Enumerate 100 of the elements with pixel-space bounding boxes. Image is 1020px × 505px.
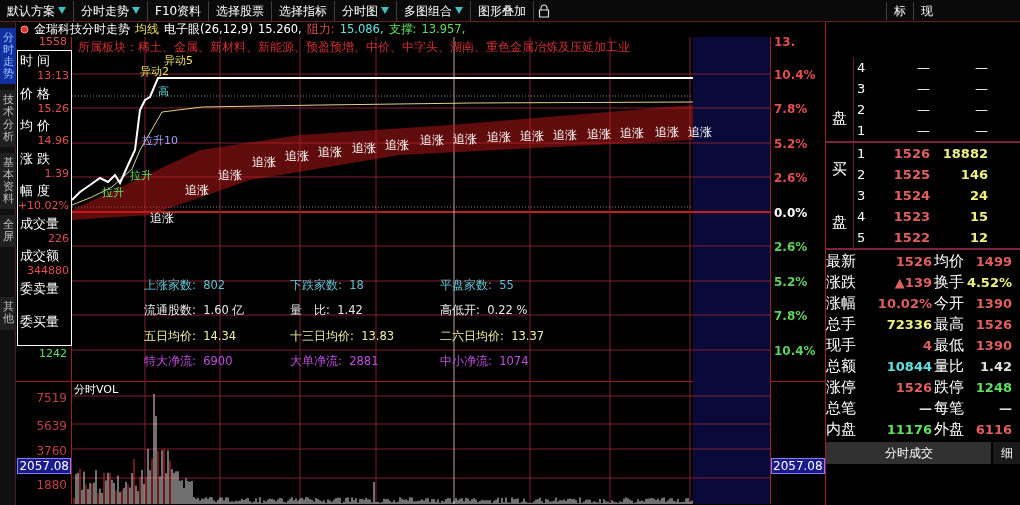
order-price: — <box>916 121 930 140</box>
chase-label: 追涨 <box>520 131 544 143</box>
quote-label: 总额 <box>826 356 856 378</box>
order-volume: 18882 <box>941 144 988 163</box>
quote-label: 外盘 <box>934 419 964 441</box>
menu-button[interactable]: 默认方案 <box>0 0 74 21</box>
quote-label: 每笔 <box>934 398 964 420</box>
buy-side-label: 买 <box>832 159 847 180</box>
panel-tab[interactable]: 分时成交 <box>826 442 991 464</box>
percent-axis-label: 0.0% <box>774 205 808 222</box>
cursor-value-tag: 2057.08 <box>17 458 71 474</box>
order-volume: — <box>974 79 988 98</box>
side-tab[interactable]: 分时走势 <box>0 28 16 85</box>
cursor-value-tag: 2057.08 <box>771 458 825 474</box>
quote-label: 今开 <box>934 293 964 315</box>
side-tab[interactable]: 基本资料 <box>0 152 16 210</box>
market-stat: 流通股数: 1.60 亿 <box>144 302 246 320</box>
quote-label: 总笔 <box>826 398 856 420</box>
info-value: 226 <box>48 231 69 245</box>
menu-button[interactable]: 选择股票 <box>209 0 273 21</box>
quote-value: 1499 <box>974 252 1012 271</box>
signal-label: 拉升 <box>130 170 152 181</box>
percent-axis-label: 5.2% <box>774 136 808 153</box>
chase-label: 追涨 <box>352 143 376 155</box>
quote-value: 1526 <box>894 252 932 271</box>
chase-label: 追涨 <box>620 128 644 140</box>
quote-value: 11176 <box>885 420 932 439</box>
info-label: 委买量 <box>20 312 60 330</box>
order-volume: 24 <box>968 186 988 205</box>
info-label: 价 格 <box>20 84 52 102</box>
toolbar-button[interactable]: 标 <box>886 1 913 20</box>
side-tab[interactable]: 全屏 <box>0 215 16 248</box>
market-stat: 高低开: 0.22 % <box>440 302 529 320</box>
quote-value: 1526 <box>974 315 1012 334</box>
toolbar-button[interactable]: 现 <box>913 1 940 20</box>
order-volume: — <box>974 58 988 77</box>
chase-label: 追涨 <box>587 129 611 141</box>
info-value: +10.02% <box>17 199 69 213</box>
menu-button[interactable]: 图形叠加 <box>471 0 535 21</box>
quote-value: 1.42 <box>978 357 1012 376</box>
price-axis-label: 1558 <box>39 36 67 48</box>
chase-label: 追涨 <box>385 140 409 152</box>
market-stat: 量 比: 1.42 <box>290 302 364 320</box>
order-rank: 3 <box>856 186 867 205</box>
title-text: 支撑: <box>388 20 417 38</box>
title-text: 金瑞科技分时走势 <box>34 20 130 37</box>
order-price: 1523 <box>892 207 930 226</box>
percent-axis-label: 13. <box>774 34 796 51</box>
quote-label: 换手 <box>934 272 964 294</box>
order-volume: 12 <box>968 228 988 247</box>
percent-axis-label: 2.6% <box>774 170 808 187</box>
menu-button[interactable]: F10资料 <box>148 0 210 21</box>
order-price: — <box>916 79 930 98</box>
volume-axis-label: 1880 <box>36 477 67 494</box>
quote-value: — <box>998 399 1012 418</box>
info-label: 成交量 <box>20 214 60 232</box>
info-label: 均 价 <box>20 117 52 135</box>
info-label: 时 间 <box>20 52 52 69</box>
order-rank: 2 <box>856 165 867 184</box>
order-price: — <box>916 58 930 77</box>
quote-value: 1390 <box>974 294 1012 313</box>
info-value: 14.96 <box>37 134 69 148</box>
order-rank: 3 <box>856 79 867 98</box>
title-text: 15.086, <box>339 20 384 38</box>
menu-button[interactable]: 选择指标 <box>272 0 336 21</box>
buy-side-label: 盘 <box>832 211 847 233</box>
quote-label: 涨跌 <box>826 272 856 294</box>
quote-label: 涨幅 <box>826 293 856 315</box>
chase-label: 追涨 <box>185 185 209 197</box>
percent-axis-label: 10.4% <box>774 343 816 360</box>
chase-label: 追涨 <box>655 127 679 139</box>
info-label: 涨 跌 <box>20 149 52 167</box>
panel-tab[interactable]: 细 <box>993 442 1020 464</box>
quote-label: 内盘 <box>826 419 856 441</box>
sector-text: 所属板块：稀土、金属、新材料、新能源、预盈预增、中价、中字头、湖南、重色金属冶炼及压延加工业 <box>78 39 630 55</box>
quote-value: 1248 <box>974 378 1012 397</box>
percent-axis-label: 5.2% <box>774 274 808 291</box>
side-tab[interactable]: 技术分析 <box>0 90 16 147</box>
info-value: 1.39 <box>44 166 69 180</box>
chase-label: 追涨 <box>688 127 712 139</box>
menu-button[interactable]: 分时图 <box>335 0 398 21</box>
chase-label: 追涨 <box>150 213 174 225</box>
quote-value: 4.52% <box>965 273 1012 292</box>
volume-title: 分时VOL <box>74 382 119 398</box>
market-stat: 平盘家数: 55 <box>440 277 515 294</box>
menu-button[interactable]: 多图组合 <box>397 0 472 21</box>
title-text: 15.260, <box>257 20 302 38</box>
quote-label: 最高 <box>934 314 964 336</box>
order-rank: 1 <box>856 121 867 140</box>
quote-value: 1526 <box>894 378 932 397</box>
order-price: 1524 <box>892 186 930 205</box>
side-tab[interactable]: 其他 <box>0 297 16 330</box>
market-stat: 特大净流: 6900 <box>144 352 234 370</box>
order-rank: 4 <box>856 58 867 77</box>
menu-button[interactable]: 分时走势 <box>74 0 148 21</box>
percent-axis-label: 2.6% <box>774 239 808 256</box>
price-axis-label: 1242 <box>39 348 67 360</box>
title-text: 13.957, <box>421 20 466 38</box>
quote-value: 10844 <box>885 357 932 376</box>
volume-axis-label: 7519 <box>36 390 67 407</box>
